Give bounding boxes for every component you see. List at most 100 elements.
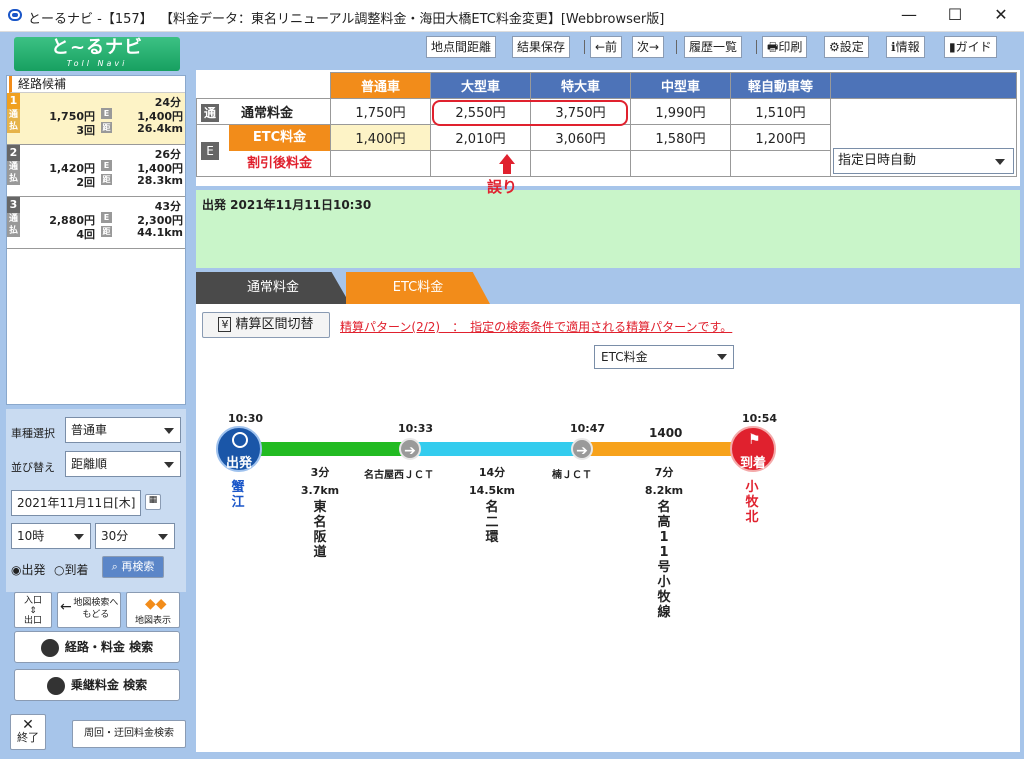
route-distance: 44.1km: [137, 226, 183, 239]
segment-distance-2: 14.5km: [469, 484, 515, 497]
map-back-button[interactable]: ← 地図検索へもどる: [57, 592, 121, 628]
etc-fee-cell: 1,400円: [330, 124, 431, 151]
etc-mark: E: [201, 141, 219, 160]
junction-name-1: 名古屋西ＪＣＴ: [364, 470, 434, 481]
fee-marker: 1400: [649, 426, 683, 440]
chevron-down-icon: [158, 534, 168, 540]
exit-button[interactable]: ✕ 終了: [10, 714, 46, 750]
chevron-down-icon: [164, 428, 174, 434]
guide-button[interactable]: ▮ガイド: [944, 36, 997, 58]
info-button[interactable]: ℹ情報: [886, 36, 925, 58]
exit-label: 終了: [17, 731, 39, 744]
segment-road-3: 名高11号小牧線: [657, 500, 671, 620]
date-mode-select[interactable]: 指定日時自動: [833, 148, 1014, 174]
minimize-button[interactable]: —: [886, 0, 932, 32]
segment-time-2: 14分: [478, 466, 506, 479]
tab-normal-fee[interactable]: 通常料金: [196, 272, 350, 304]
distance-badge-icon: 距: [101, 226, 112, 237]
entry-exit-button[interactable]: 入口 ⇕ 出口: [14, 592, 52, 628]
toolbar-separator: [584, 40, 585, 54]
maximize-button[interactable]: ☐: [932, 0, 978, 32]
settings-label: 設定: [839, 40, 864, 54]
route-item-1[interactable]: 1 通払 24分 1,750円 E 1,400円 3回距 26.4km: [7, 93, 185, 145]
segment-bar-2: [410, 442, 582, 456]
close-button[interactable]: ✕: [978, 0, 1024, 32]
header-blank: [830, 72, 1017, 99]
start-circle: 出発: [216, 426, 262, 472]
route-count: 3回: [76, 124, 95, 137]
normal-fee-cell: 1,750円: [330, 98, 431, 125]
segment-bar-1: [242, 442, 410, 456]
junction-node-2[interactable]: ➔: [571, 438, 593, 460]
settle-pattern-link[interactable]: 精算パターン(2/2) ： 指定の検索条件で適用される精算パターンです。: [340, 318, 732, 335]
settings-button[interactable]: ⚙設定: [824, 36, 869, 58]
chevron-down-icon: [717, 354, 727, 360]
segment-road-1: 東名阪道: [313, 500, 327, 560]
research-button[interactable]: ⌕ 再検索: [102, 556, 164, 578]
route-search-icon: [40, 638, 59, 657]
error-label: 誤り: [487, 178, 518, 196]
print-button[interactable]: 🖶印刷: [762, 36, 808, 58]
tab-etc-fee[interactable]: ETC料金: [346, 272, 490, 304]
minute-value: 30分: [101, 529, 129, 543]
logo-main: と~るナビ: [50, 37, 144, 58]
left-panel: と~るナビ Toll Navi 経路候補 1 通払 24分 1,750円 E 1,4…: [0, 32, 192, 759]
side-label-pay: 払: [8, 226, 18, 236]
route-fee-search-button[interactable]: 経路・料金 検索: [14, 631, 180, 663]
junction-node-1[interactable]: ➔: [399, 438, 421, 460]
arrive-radio[interactable]: ○到着: [54, 561, 88, 578]
etc-badge-icon: E: [101, 160, 112, 171]
fee-type-value: ETC料金: [601, 350, 648, 364]
flag-icon: ⚑: [748, 432, 761, 448]
discount-fee-cell: [630, 150, 731, 177]
normal-fee-label: 通常料金: [241, 105, 294, 121]
settle-section-button[interactable]: ¥ 精算区間切替: [202, 312, 330, 338]
etc-fee-cell: 2,010円: [430, 124, 531, 151]
sort-value: 距離順: [71, 457, 108, 471]
arrow-right-icon: ➔: [404, 443, 416, 459]
etc-badge-icon: E: [101, 212, 112, 223]
discount-fee-label: 割引後料金: [246, 156, 312, 171]
arrow-right-icon: ➔: [576, 443, 588, 459]
side-label-normal: 通: [8, 162, 18, 172]
transfer-fee-search-button[interactable]: 乗継料金 検索: [14, 669, 180, 701]
error-arrow: [503, 162, 511, 174]
hour-select[interactable]: 10時: [11, 523, 91, 549]
steering-wheel-icon: [232, 432, 248, 448]
chevron-down-icon: [164, 462, 174, 468]
distance-badge-icon: 距: [101, 174, 112, 185]
start-place: 蟹江: [231, 480, 245, 510]
prev-button[interactable]: ←前: [590, 36, 623, 58]
etc-fee-label: ETC料金: [229, 125, 330, 151]
fee-type-select[interactable]: ETC料金: [594, 345, 734, 369]
end-circle: ⚑ 到着: [730, 426, 776, 472]
discount-fee-cell: [330, 150, 431, 177]
depart-radio[interactable]: ◉出発: [11, 561, 45, 578]
etc-fee-cell: 1,200円: [730, 124, 831, 151]
header-medium-car: 中型車: [630, 72, 731, 99]
app-car-icon: [8, 9, 22, 21]
side-label-pay: 払: [8, 122, 18, 132]
date-field[interactable]: 2021年11月11日[木]: [11, 490, 141, 516]
history-button[interactable]: 履歴一覧: [684, 36, 743, 58]
search-panel: 車種選択 普通車 並び替え 距離順 2021年11月11日[木] ▦ 10時 3…: [6, 409, 186, 592]
map-show-button[interactable]: ◆◆ 地図表示: [126, 592, 180, 628]
vehicle-select[interactable]: 普通車: [65, 417, 181, 443]
discount-fee-cell: [430, 150, 531, 177]
calendar-icon[interactable]: ▦: [145, 494, 161, 510]
window-subtitle: 【料金データ：東名リニューアル調整料金・海田大橋ETC料金変更】[Webbrow…: [160, 12, 665, 27]
settle-section-label: 精算区間切替: [235, 317, 314, 332]
point-distance-button[interactable]: 地点間距離: [426, 36, 497, 58]
route-item-2[interactable]: 2 通払 26分 1,420円 E 1,400円 2回距 28.3km: [7, 145, 185, 197]
next-button[interactable]: 次→: [632, 36, 665, 58]
route-item-3[interactable]: 3 通払 43分 2,880円 E 2,300円 4回距 44.1km: [7, 197, 185, 249]
loop-search-button[interactable]: 周回・迂回料金検索: [72, 720, 186, 748]
guide-label: ガイド: [955, 40, 992, 54]
minute-select[interactable]: 30分: [95, 523, 175, 549]
route-number: 3: [7, 197, 20, 213]
save-result-button[interactable]: 結果保存: [512, 36, 571, 58]
segment-distance-1: 3.7km: [300, 484, 340, 497]
route-candidates: 経路候補 1 通払 24分 1,750円 E 1,400円 3回距 26.4km 2 …: [6, 75, 186, 405]
route-distance: 26.4km: [137, 122, 183, 135]
sort-select[interactable]: 距離順: [65, 451, 181, 477]
